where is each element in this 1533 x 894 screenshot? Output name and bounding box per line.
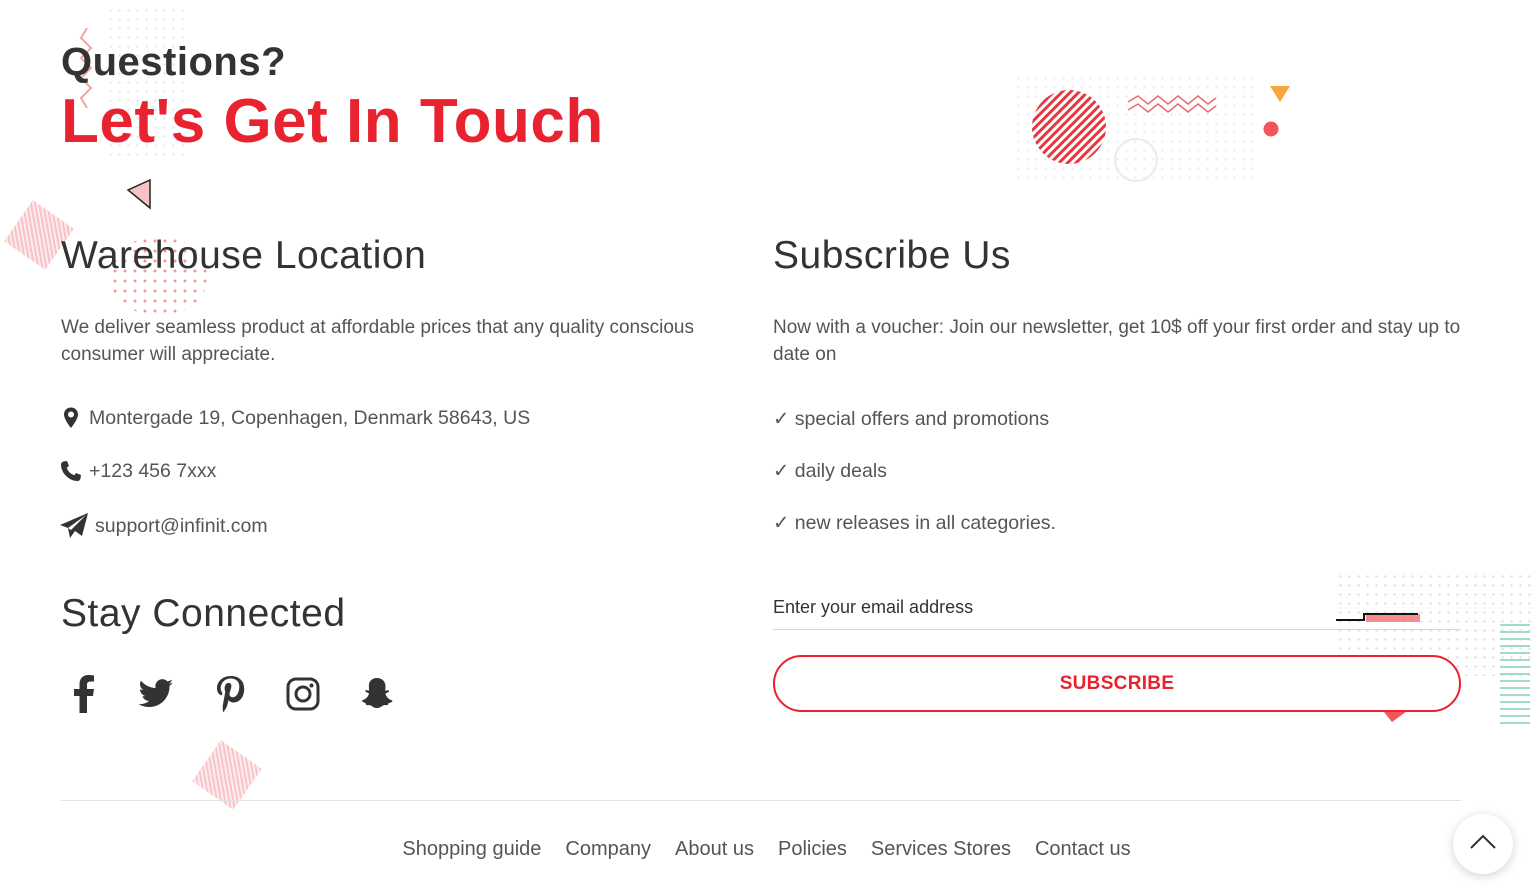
email-row: support@infinit.com (59, 512, 268, 540)
footer-link-policies[interactable]: Policies (778, 838, 847, 861)
back-to-top-button[interactable] (1453, 814, 1513, 874)
stay-connected-heading: Stay Connected (61, 592, 346, 635)
phone-icon (59, 459, 83, 483)
instagram-icon[interactable] (281, 672, 325, 716)
footer-link-shopping-guide[interactable]: Shopping guide (402, 838, 541, 861)
email-input[interactable] (773, 585, 1461, 630)
decor-orange-triangle (1270, 86, 1290, 102)
decor-faint-ring (1114, 138, 1158, 182)
address-row: Montergade 19, Copenhagen, Denmark 58643… (59, 406, 530, 430)
benefit-item-1: ✓ special offers and promotions (773, 408, 1050, 430)
benefit-item-3: ✓ new releases in all categories. (773, 512, 1056, 534)
footer-divider (61, 800, 1461, 801)
footer-link-about-us[interactable]: About us (675, 838, 754, 861)
address-text: Montergade 19, Copenhagen, Denmark 58643… (89, 406, 531, 429)
snapchat-icon[interactable] (355, 672, 399, 716)
footer-link-services-stores[interactable]: Services Stores (871, 838, 1011, 861)
subscribe-button[interactable]: SUBSCRIBE (773, 655, 1461, 712)
twitter-icon[interactable] (134, 672, 178, 716)
eyebrow-title: Questions? (61, 40, 287, 84)
warehouse-heading: Warehouse Location (61, 234, 427, 277)
chevron-up-icon (1469, 834, 1497, 855)
facebook-icon[interactable] (61, 672, 105, 716)
decor-red-dot (1263, 121, 1279, 137)
decor-teal-stripes (1500, 620, 1530, 724)
subscribe-heading: Subscribe Us (773, 234, 1011, 277)
pinterest-icon[interactable] (208, 672, 252, 716)
footer-nav: Shopping guide Company About us Policies… (0, 838, 1533, 861)
footer-link-contact-us[interactable]: Contact us (1035, 838, 1131, 861)
paper-plane-icon (59, 512, 89, 540)
subscribe-description: Now with a voucher: Join our newsletter,… (773, 317, 1461, 365)
decor-triangle-outline (126, 178, 151, 210)
decor-zigzag-lines (1127, 95, 1217, 113)
footer-link-company[interactable]: Company (565, 838, 651, 861)
benefit-item-2: ✓ daily deals (773, 460, 887, 482)
warehouse-description: We deliver seamless product at affordabl… (61, 317, 694, 365)
phone-row: +123 456 7xxx (59, 459, 216, 483)
phone-text[interactable]: +123 456 7xxx (89, 460, 216, 483)
email-text[interactable]: support@infinit.com (95, 515, 268, 538)
decor-hatched-circle (1032, 90, 1106, 164)
map-pin-icon (59, 406, 83, 430)
page-title: Let's Get In Touch (61, 87, 604, 156)
